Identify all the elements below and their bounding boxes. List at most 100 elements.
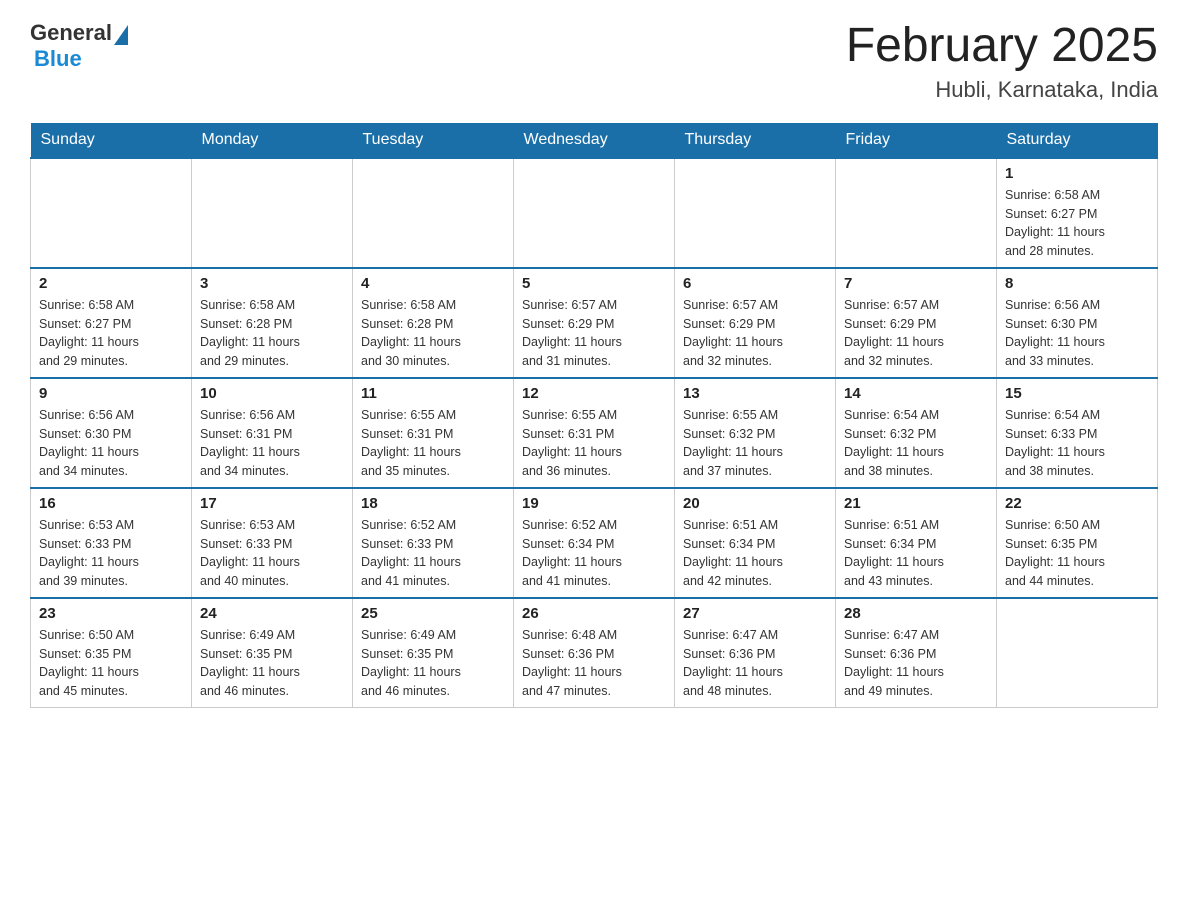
month-year-title: February 2025 [846,20,1158,73]
day-sun-info: Sunrise: 6:57 AM Sunset: 6:29 PM Dayligh… [522,296,666,371]
day-of-week-header: Friday [836,123,997,158]
day-sun-info: Sunrise: 6:58 AM Sunset: 6:28 PM Dayligh… [200,296,344,371]
calendar-cell: 7Sunrise: 6:57 AM Sunset: 6:29 PM Daylig… [836,268,997,378]
calendar-week-row: 9Sunrise: 6:56 AM Sunset: 6:30 PM Daylig… [31,378,1158,488]
day-sun-info: Sunrise: 6:50 AM Sunset: 6:35 PM Dayligh… [39,626,183,701]
calendar-cell: 4Sunrise: 6:58 AM Sunset: 6:28 PM Daylig… [353,268,514,378]
calendar-cell [353,158,514,268]
calendar-cell: 14 Sunrise: 6:54 AM Sunset: 6:32 PM Dayli… [836,378,997,488]
day-sun-info: Sunrise: 6:53 AM Sunset: 6:33 PM Dayligh… [200,516,344,591]
day-number: 23 [39,605,183,622]
logo-top: General [30,20,130,46]
calendar-cell: 17 Sunrise: 6:53 AM Sunset: 6:33 PM Dayli… [192,488,353,598]
calendar-cell: 1 Sunrise: 6:58 AM Sunset: 6:27 PM Daylig… [997,158,1158,268]
day-sun-info: Sunrise: 6:54 AM Sunset: 6:33 PM Dayligh… [1005,406,1149,481]
calendar-cell [192,158,353,268]
day-number: 21 [844,495,988,512]
day-sun-info: Sunrise: 6:49 AM Sunset: 6:35 PM Dayligh… [361,626,505,701]
calendar-cell [997,598,1158,708]
day-number: 25 [361,605,505,622]
day-number: 12 [522,385,666,402]
logo: General Blue [30,20,130,72]
calendar-table: SundayMondayTuesdayWednesdayThursdayFrid… [30,123,1158,709]
calendar-cell: 13Sunrise: 6:55 AM Sunset: 6:32 PM Dayli… [675,378,836,488]
calendar-cell: 28Sunrise: 6:47 AM Sunset: 6:36 PM Dayli… [836,598,997,708]
calendar-cell: 25 Sunrise: 6:49 AM Sunset: 6:35 PM Dayli… [353,598,514,708]
calendar-week-row: 1 Sunrise: 6:58 AM Sunset: 6:27 PM Daylig… [31,158,1158,268]
logo-blue-text: Blue [34,46,82,72]
calendar-cell: 11 Sunrise: 6:55 AM Sunset: 6:31 PM Dayli… [353,378,514,488]
calendar-cell: 22 Sunrise: 6:50 AM Sunset: 6:35 PM Dayli… [997,488,1158,598]
calendar-cell: 9Sunrise: 6:56 AM Sunset: 6:30 PM Daylig… [31,378,192,488]
day-sun-info: Sunrise: 6:53 AM Sunset: 6:33 PM Dayligh… [39,516,183,591]
day-sun-info: Sunrise: 6:57 AM Sunset: 6:29 PM Dayligh… [844,296,988,371]
day-sun-info: Sunrise: 6:51 AM Sunset: 6:34 PM Dayligh… [844,516,988,591]
day-of-week-header: Wednesday [514,123,675,158]
day-sun-info: Sunrise: 6:58 AM Sunset: 6:27 PM Dayligh… [1005,186,1149,261]
calendar-cell [836,158,997,268]
day-number: 16 [39,495,183,512]
day-number: 28 [844,605,988,622]
calendar-cell: 21 Sunrise: 6:51 AM Sunset: 6:34 PM Dayli… [836,488,997,598]
day-number: 1 [1005,165,1149,182]
day-number: 22 [1005,495,1149,512]
location-subtitle: Hubli, Karnataka, India [846,77,1158,103]
calendar-cell: 16 Sunrise: 6:53 AM Sunset: 6:33 PM Dayli… [31,488,192,598]
calendar-week-row: 23 Sunrise: 6:50 AM Sunset: 6:35 PM Dayli… [31,598,1158,708]
day-sun-info: Sunrise: 6:54 AM Sunset: 6:32 PM Dayligh… [844,406,988,481]
day-sun-info: Sunrise: 6:57 AM Sunset: 6:29 PM Dayligh… [683,296,827,371]
day-number: 27 [683,605,827,622]
day-number: 24 [200,605,344,622]
day-number: 17 [200,495,344,512]
calendar-cell: 8 Sunrise: 6:56 AM Sunset: 6:30 PM Daylig… [997,268,1158,378]
page-header: General Blue February 2025 Hubli, Karnat… [30,20,1158,103]
calendar-cell [514,158,675,268]
day-number: 3 [200,275,344,292]
calendar-cell: 27 Sunrise: 6:47 AM Sunset: 6:36 PM Dayli… [675,598,836,708]
day-sun-info: Sunrise: 6:47 AM Sunset: 6:36 PM Dayligh… [683,626,827,701]
day-sun-info: Sunrise: 6:58 AM Sunset: 6:27 PM Dayligh… [39,296,183,371]
logo-general-text: General [30,20,112,46]
calendar-week-row: 2 Sunrise: 6:58 AM Sunset: 6:27 PM Daylig… [31,268,1158,378]
day-number: 6 [683,275,827,292]
day-sun-info: Sunrise: 6:51 AM Sunset: 6:34 PM Dayligh… [683,516,827,591]
day-of-week-header: Thursday [675,123,836,158]
calendar-week-row: 16 Sunrise: 6:53 AM Sunset: 6:33 PM Dayli… [31,488,1158,598]
day-number: 11 [361,385,505,402]
day-sun-info: Sunrise: 6:49 AM Sunset: 6:35 PM Dayligh… [200,626,344,701]
day-of-week-header: Monday [192,123,353,158]
day-number: 8 [1005,275,1149,292]
calendar-cell: 20 Sunrise: 6:51 AM Sunset: 6:34 PM Dayli… [675,488,836,598]
day-sun-info: Sunrise: 6:56 AM Sunset: 6:31 PM Dayligh… [200,406,344,481]
day-number: 10 [200,385,344,402]
day-number: 2 [39,275,183,292]
day-of-week-header: Saturday [997,123,1158,158]
day-sun-info: Sunrise: 6:56 AM Sunset: 6:30 PM Dayligh… [1005,296,1149,371]
day-of-week-header: Sunday [31,123,192,158]
day-number: 13 [683,385,827,402]
calendar-cell: 19Sunrise: 6:52 AM Sunset: 6:34 PM Dayli… [514,488,675,598]
day-number: 20 [683,495,827,512]
day-number: 14 [844,385,988,402]
title-block: February 2025 Hubli, Karnataka, India [846,20,1158,103]
calendar-cell: 23 Sunrise: 6:50 AM Sunset: 6:35 PM Dayli… [31,598,192,708]
calendar-cell: 10 Sunrise: 6:56 AM Sunset: 6:31 PM Dayli… [192,378,353,488]
calendar-cell: 12 Sunrise: 6:55 AM Sunset: 6:31 PM Dayli… [514,378,675,488]
day-sun-info: Sunrise: 6:52 AM Sunset: 6:33 PM Dayligh… [361,516,505,591]
calendar-cell: 3 Sunrise: 6:58 AM Sunset: 6:28 PM Daylig… [192,268,353,378]
day-sun-info: Sunrise: 6:48 AM Sunset: 6:36 PM Dayligh… [522,626,666,701]
calendar-cell: 5 Sunrise: 6:57 AM Sunset: 6:29 PM Daylig… [514,268,675,378]
calendar-cell [31,158,192,268]
day-sun-info: Sunrise: 6:55 AM Sunset: 6:31 PM Dayligh… [522,406,666,481]
day-of-week-header: Tuesday [353,123,514,158]
day-number: 18 [361,495,505,512]
calendar-cell: 2 Sunrise: 6:58 AM Sunset: 6:27 PM Daylig… [31,268,192,378]
calendar-cell: 15Sunrise: 6:54 AM Sunset: 6:33 PM Dayli… [997,378,1158,488]
day-sun-info: Sunrise: 6:50 AM Sunset: 6:35 PM Dayligh… [1005,516,1149,591]
day-number: 19 [522,495,666,512]
day-number: 9 [39,385,183,402]
day-number: 5 [522,275,666,292]
day-sun-info: Sunrise: 6:55 AM Sunset: 6:31 PM Dayligh… [361,406,505,481]
day-number: 4 [361,275,505,292]
calendar-cell: 26Sunrise: 6:48 AM Sunset: 6:36 PM Dayli… [514,598,675,708]
